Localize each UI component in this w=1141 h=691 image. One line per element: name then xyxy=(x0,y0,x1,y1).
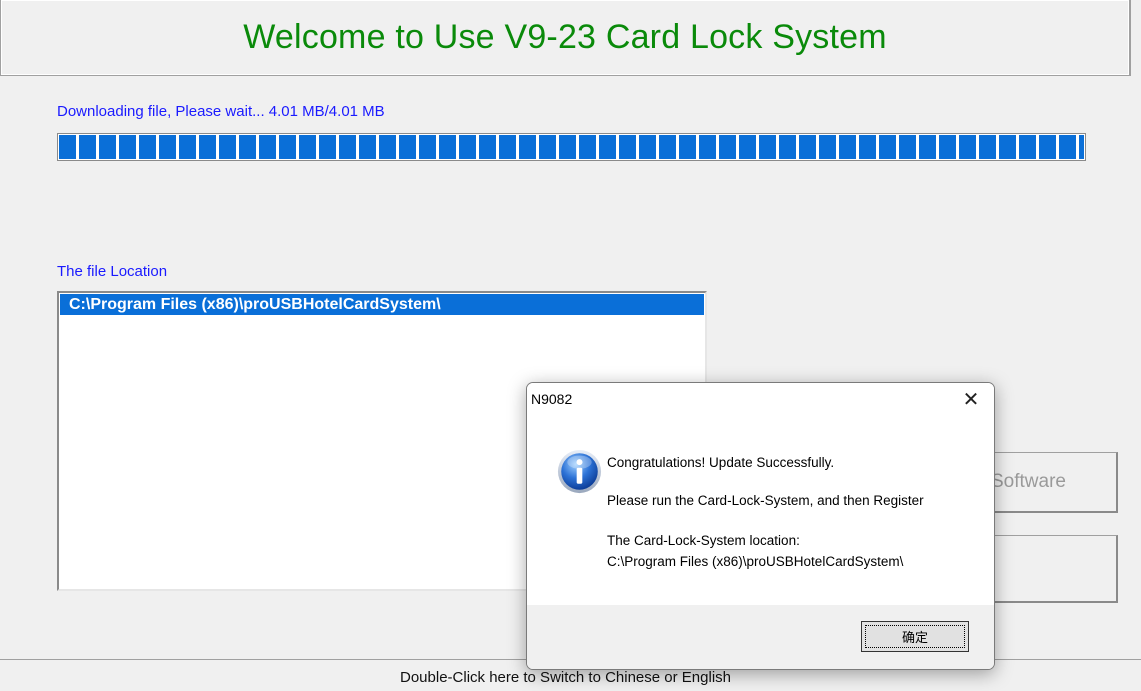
message-dialog: N9082 ✕ Congratulations! Update Successf… xyxy=(526,382,995,670)
dialog-message-line-1: Congratulations! Update Successfully. xyxy=(607,455,835,470)
dialog-message-line-4: C:\Program Files (x86)\proUSBHotelCardSy… xyxy=(607,554,904,569)
download-status-label: Downloading file, Please wait... 4.01 MB… xyxy=(57,103,385,120)
download-progress-bar xyxy=(57,133,1086,161)
header-banner: Welcome to Use V9-23 Card Lock System xyxy=(0,0,1130,76)
close-icon[interactable]: ✕ xyxy=(948,383,994,415)
page-title: Welcome to Use V9-23 Card Lock System xyxy=(243,18,887,56)
dialog-title-bar[interactable]: N9082 ✕ xyxy=(527,383,994,415)
file-location-label: The file Location xyxy=(57,263,168,280)
header-right-edge xyxy=(1130,0,1141,76)
language-switch-text[interactable]: Double-Click here to Switch to Chinese o… xyxy=(400,669,731,686)
list-item[interactable]: C:\Program Files (x86)\proUSBHotelCardSy… xyxy=(60,294,704,315)
dialog-message-line-2: Please run the Card-Lock-System, and the… xyxy=(607,493,924,508)
dialog-body: Congratulations! Update Successfully. Pl… xyxy=(527,415,994,605)
info-icon xyxy=(557,449,602,494)
dialog-title: N9082 xyxy=(531,391,573,407)
ok-button[interactable]: 确定 xyxy=(861,621,969,652)
download-progress-fill xyxy=(59,135,1084,159)
dialog-message-line-3: The Card-Lock-System location: xyxy=(607,533,800,548)
focus-rect xyxy=(865,625,965,648)
dialog-footer: 确定 xyxy=(527,605,994,669)
app-window: Welcome to Use V9-23 Card Lock System Do… xyxy=(0,0,1141,691)
